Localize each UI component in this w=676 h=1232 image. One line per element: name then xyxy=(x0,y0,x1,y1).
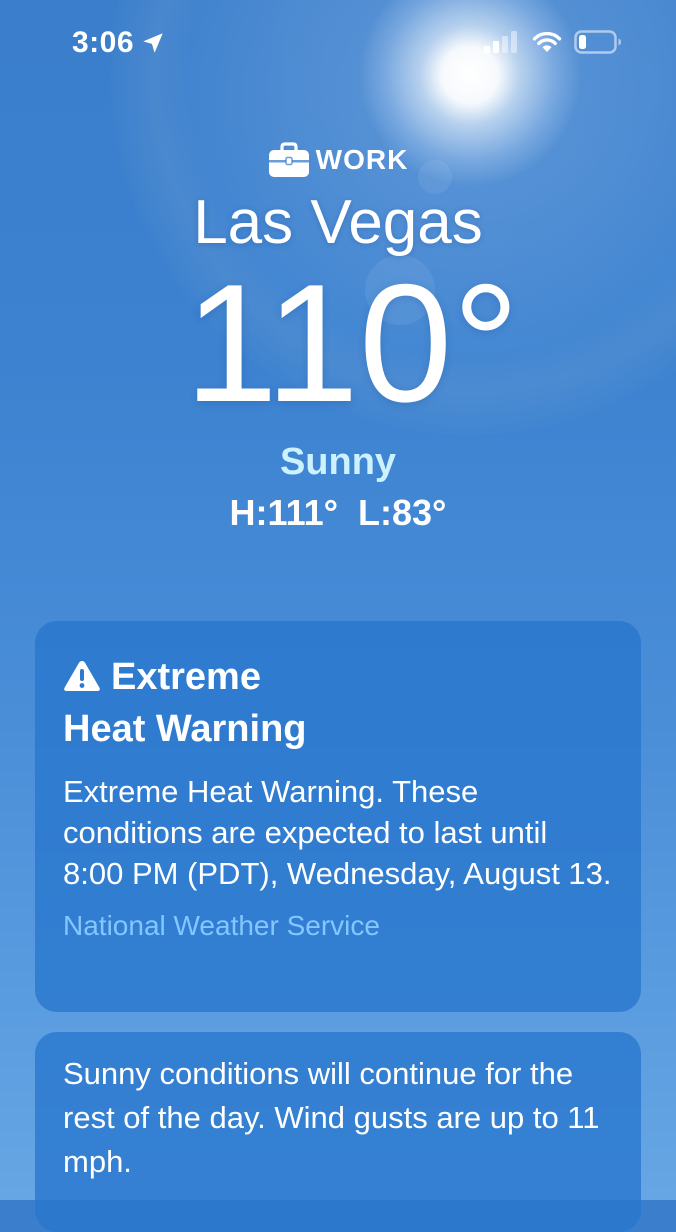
high-low-temperature: H:111° L:83° xyxy=(229,492,447,533)
city-name: Las Vegas xyxy=(193,188,483,257)
alert-source-link[interactable]: National Weather Service xyxy=(63,908,613,944)
condition-text: Sunny xyxy=(279,441,397,483)
severe-weather-alert-card[interactable]: Extreme Heat Warning Extreme Heat Warnin… xyxy=(35,621,641,1012)
current-temperature: 110° xyxy=(184,249,520,437)
briefcase-icon xyxy=(268,142,309,177)
alert-title-line2: Heat Warning xyxy=(63,708,307,750)
alert-title-line1: Extreme xyxy=(111,656,261,698)
wifi-icon xyxy=(532,31,562,52)
forecast-summary-card: Sunny conditions will continue for the r… xyxy=(35,1032,641,1232)
forecast-summary-text: Sunny conditions will continue for the r… xyxy=(63,1056,600,1179)
cellular-signal-icon xyxy=(484,31,517,53)
location-header: WORK Las Vegas 110° Sunny H:111° L:83° xyxy=(0,140,676,534)
status-bar: 3:06 xyxy=(0,0,676,84)
battery-icon xyxy=(574,30,621,54)
alert-body: Extreme Heat Warning. These conditions a… xyxy=(63,774,612,891)
status-time: 3:06 xyxy=(72,26,135,59)
alert-title: Extreme Heat Warning xyxy=(63,651,613,755)
location-label: WORK xyxy=(0,140,676,180)
warning-triangle-icon xyxy=(64,661,100,691)
location-label-text: WORK xyxy=(315,144,409,175)
location-arrow-icon xyxy=(143,33,163,53)
